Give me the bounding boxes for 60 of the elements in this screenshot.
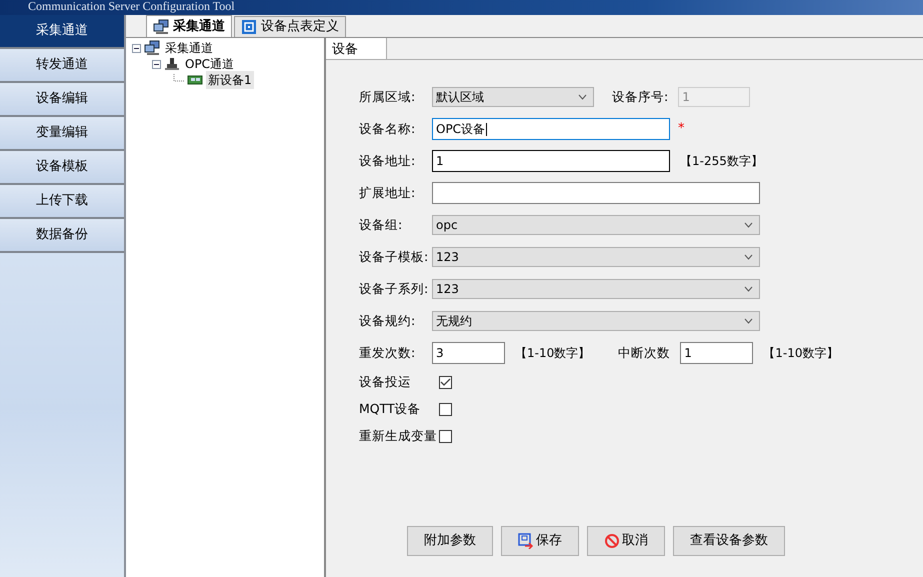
button[interactable]: 取消	[587, 526, 665, 556]
chevron-down-icon	[578, 94, 587, 100]
table-icon	[241, 19, 257, 35]
tree-item[interactable]: OPC通道	[183, 55, 236, 73]
chevron-down-icon	[744, 254, 753, 260]
collapse-icon[interactable]	[152, 60, 161, 68]
computers-icon	[153, 18, 169, 34]
chevron-down-icon	[744, 222, 753, 228]
field-label: 扩展地址:	[359, 184, 416, 202]
tree-item[interactable]: 采集通道	[163, 39, 215, 57]
sidebar-item[interactable]: 上传下载	[0, 185, 124, 219]
checkbox[interactable]	[439, 430, 452, 443]
field-label: 所属区域:	[359, 88, 416, 106]
field-label: 重发次数:	[359, 344, 416, 362]
dropdown[interactable]: 123	[432, 279, 760, 299]
checkbox-label: 设备投运	[359, 373, 412, 392]
field-label: 设备子系列:	[359, 280, 430, 298]
range-hint: 【1-10数字】	[515, 345, 590, 362]
field-label: 设备地址:	[359, 152, 416, 170]
plug-icon	[164, 56, 180, 72]
range-hint: 【1-255数字】	[680, 153, 763, 170]
field-label: 设备规约:	[359, 312, 416, 330]
computers-icon	[144, 40, 160, 56]
chevron-down-icon	[744, 318, 753, 324]
field-label: 设备名称:	[359, 120, 416, 138]
button[interactable]: 保存	[501, 526, 579, 556]
field-label: 中断次数	[618, 344, 670, 362]
prohibited-icon	[604, 533, 620, 549]
dropdown[interactable]: 123	[432, 247, 760, 267]
button[interactable]: 查看设备参数	[673, 526, 785, 556]
checkbox[interactable]	[439, 403, 452, 416]
checkbox-label: 重新生成变量	[359, 427, 438, 446]
sidebar-item[interactable]: 转发通道	[0, 49, 124, 83]
input-field[interactable]: OPC设备	[432, 118, 670, 140]
dropdown[interactable]: 无规约	[432, 311, 760, 331]
input-field[interactable]: 1	[680, 342, 754, 364]
tree-item[interactable]: 新设备1	[206, 71, 254, 89]
input-field[interactable]: 1	[432, 150, 670, 172]
save-icon	[518, 533, 534, 549]
sidebar-item[interactable]: 采集通道	[0, 15, 124, 49]
window-title: Communication Server Configuration Tool	[0, 0, 923, 15]
field-label: 设备序号:	[612, 88, 668, 106]
range-hint: 【1-10数字】	[763, 345, 838, 362]
panel-tab[interactable]: 设备	[326, 38, 387, 59]
dropdown[interactable]: opc	[432, 215, 760, 235]
tab[interactable]: 采集通道	[146, 15, 232, 37]
chevron-down-icon	[744, 286, 753, 292]
checkbox-label: MQTT设备	[359, 400, 422, 418]
input-field[interactable]: 3	[432, 342, 505, 364]
required-mark: *	[678, 120, 684, 138]
field-label: 设备组:	[359, 216, 404, 234]
sidebar-item[interactable]: 数据备份	[0, 219, 124, 253]
collapse-icon[interactable]	[132, 44, 141, 52]
sidebar-item[interactable]: 设备编辑	[0, 83, 124, 117]
checkbox[interactable]	[439, 376, 452, 389]
input-field[interactable]	[432, 182, 760, 204]
field-label: 设备子模板:	[359, 248, 430, 266]
button[interactable]: 附加参数	[407, 526, 493, 556]
tab[interactable]: 设备点表定义	[234, 16, 346, 37]
dropdown[interactable]: 默认区域	[432, 87, 594, 107]
